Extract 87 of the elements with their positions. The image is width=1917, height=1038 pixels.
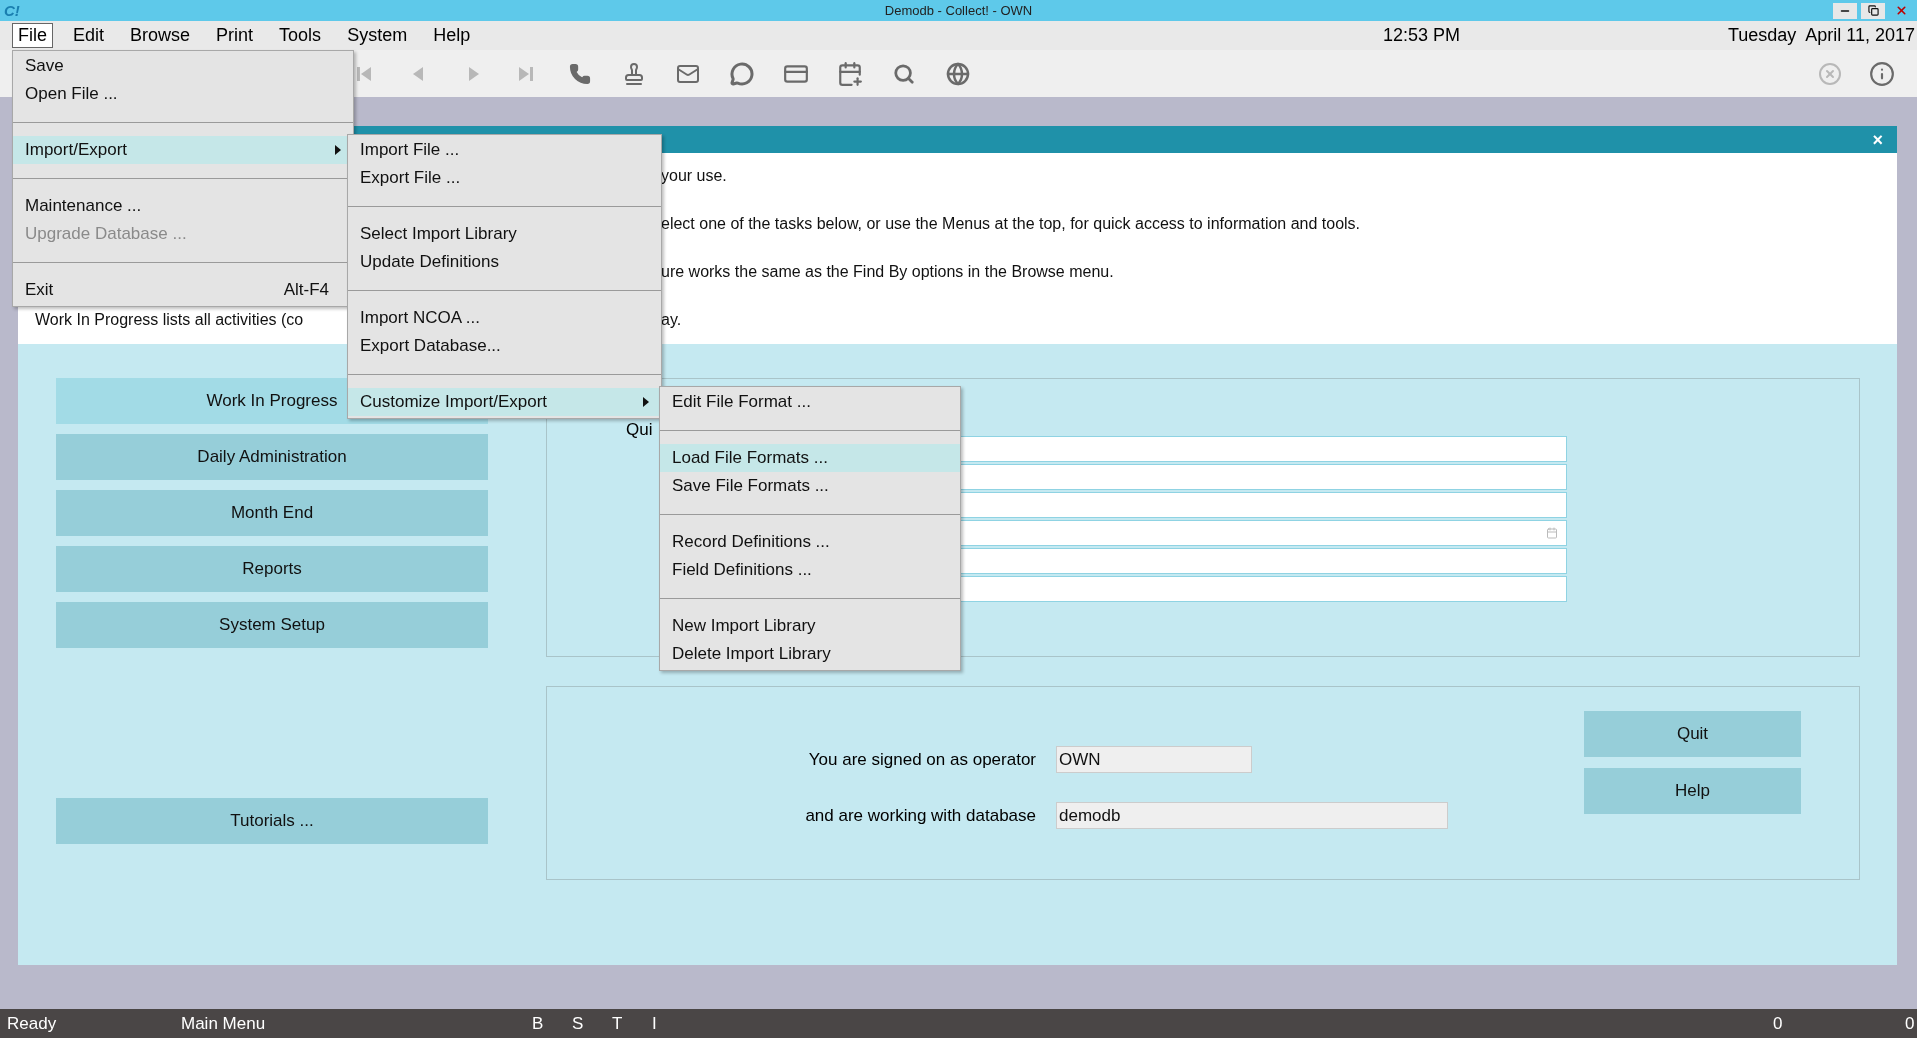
menu-item-label: Delete Import Library xyxy=(672,644,831,664)
chat-icon xyxy=(730,61,754,86)
status-flag-label: S xyxy=(572,1013,585,1034)
app-logo: C! xyxy=(4,2,20,19)
operator-label: You are signed on as operator xyxy=(807,749,1036,771)
menu-item[interactable]: Update Definitions xyxy=(348,248,661,276)
search-icon xyxy=(893,62,915,85)
calendar-add-icon xyxy=(837,60,863,87)
intro-text: elect one of the tasks below, or use the Menus at the top, for quick access to information and tools. xyxy=(661,215,1361,233)
status-text: Ready xyxy=(7,1013,58,1034)
restore-icon xyxy=(1867,5,1879,16)
calendar-icon xyxy=(1546,527,1559,539)
menu-item-label: Save File Formats ... xyxy=(672,476,829,496)
menu-item-label: Update Definitions xyxy=(360,252,499,272)
menu-item[interactable]: Open File ... xyxy=(13,80,353,108)
operator-field[interactable]: OWN xyxy=(1056,746,1252,773)
menu[interactable]: Print xyxy=(210,23,260,48)
task-button[interactable]: System Setup xyxy=(56,602,488,648)
menu[interactable]: Tools xyxy=(273,23,328,48)
menu[interactable]: Browse xyxy=(124,23,197,48)
menu-item[interactable]: Export File ... xyxy=(348,164,661,192)
status-flag-label: B xyxy=(532,1013,545,1034)
menu-item[interactable]: Import NCOA ... xyxy=(348,304,661,332)
menu-item[interactable]: Save xyxy=(13,52,353,80)
menu-item[interactable]: New Import Library xyxy=(660,612,960,640)
minimize-button[interactable] xyxy=(1833,2,1857,19)
help-button[interactable]: Help xyxy=(1584,768,1801,814)
task-button[interactable]: Reports xyxy=(56,546,488,592)
menu-item-label: Record Definitions ... xyxy=(672,532,830,552)
database-label: and are working with database xyxy=(804,805,1036,827)
menu-item-label: Load File Formats ... xyxy=(672,448,828,468)
close-icon xyxy=(1894,4,1908,17)
close-circle-icon xyxy=(1818,61,1842,86)
menu[interactable]: File xyxy=(12,23,53,48)
menu-item-label: Edit File Format ... xyxy=(672,392,811,412)
restore-button[interactable] xyxy=(1861,2,1885,19)
menu-item-label: Import/Export xyxy=(25,140,128,160)
quit-button[interactable]: Quit xyxy=(1584,711,1801,757)
clock: 12:53 PM xyxy=(1382,25,1461,46)
menu-item[interactable]: Record Definitions ... xyxy=(660,528,960,556)
submenu-arrow-icon xyxy=(335,145,341,155)
close-button[interactable]: × xyxy=(1872,130,1883,149)
stamp-icon xyxy=(622,61,646,86)
menu-item-label: New Import Library xyxy=(672,616,816,636)
intro-text: ay. xyxy=(661,311,682,329)
tutorials-button[interactable]: Tutorials ... xyxy=(56,798,488,844)
menu-item[interactable]: Edit File Format ... xyxy=(660,388,960,416)
menu-item-label: Maintenance ... xyxy=(25,196,142,216)
intro-text: Work In Progress lists all activities (co xyxy=(35,311,304,328)
window-title: Demodb - Collect! - OWN xyxy=(884,3,1033,18)
menu-item-label: Select Import Library xyxy=(360,224,517,244)
menu[interactable]: Help xyxy=(427,23,477,48)
task-button[interactable]: Month End xyxy=(56,490,488,536)
menu-item[interactable]: Field Definitions ... xyxy=(660,556,960,584)
status-flag-label: I xyxy=(652,1013,658,1034)
menu-item[interactable]: Delete Import Library xyxy=(660,640,960,668)
shortcut-label: Alt-F4 xyxy=(283,280,330,300)
status-count: 0 xyxy=(1905,1013,1916,1034)
status-count: 0 xyxy=(1773,1013,1784,1034)
menu-item-label: Exit xyxy=(25,280,54,300)
globe-icon xyxy=(946,61,970,86)
menu[interactable]: Edit xyxy=(67,23,111,48)
intro-text: ure works the same as the Find By options in the Browse menu. xyxy=(661,263,1114,281)
screen-name: Main Menu xyxy=(181,1013,267,1034)
menu-item-label: Export Database... xyxy=(360,336,501,356)
menu-item-label: Upgrade Database ... xyxy=(25,224,187,244)
menu-item[interactable]: Customize Import/Export xyxy=(348,388,661,416)
menu-item-label: Export File ... xyxy=(360,168,461,188)
phone-icon xyxy=(569,62,591,85)
info-icon xyxy=(1869,60,1895,87)
status-flag-label: T xyxy=(612,1013,624,1034)
menu-item[interactable]: Load File Formats ... xyxy=(660,444,960,472)
menu-item[interactable]: Save File Formats ... xyxy=(660,472,960,500)
menu[interactable]: System xyxy=(341,23,414,48)
menu-item-label: Import NCOA ... xyxy=(360,308,480,328)
task-button[interactable]: Daily Administration xyxy=(56,434,488,480)
menu-item-label: Open File ... xyxy=(25,84,118,104)
menu-item-label: Save xyxy=(25,56,64,76)
quick-find-label: Qui xyxy=(626,420,653,440)
submenu-arrow-icon xyxy=(643,397,649,407)
database-field[interactable]: demodb xyxy=(1056,802,1448,829)
intro-text: your use. xyxy=(661,167,727,185)
menu-item[interactable]: Select Import Library xyxy=(348,220,661,248)
menu-item[interactable]: Export Database... xyxy=(348,332,661,360)
menu-item-label: Import File ... xyxy=(360,140,460,160)
menu-item-label: Field Definitions ... xyxy=(672,560,812,580)
date-label: Tuesday April 11, 2017 xyxy=(1727,25,1916,46)
